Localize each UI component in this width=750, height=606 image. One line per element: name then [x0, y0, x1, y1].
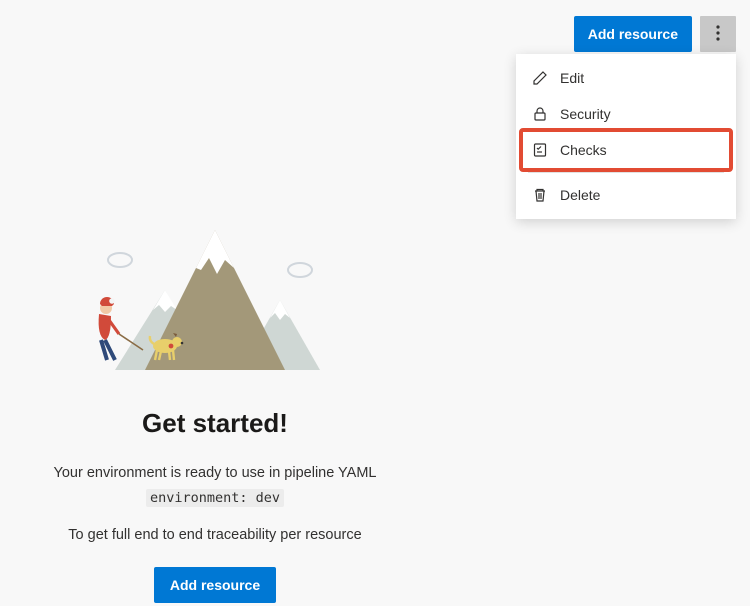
menu-item-edit[interactable]: Edit — [516, 60, 736, 96]
menu-item-label: Checks — [560, 142, 607, 158]
empty-state-code-line: environment: dev — [0, 488, 430, 509]
page-title: Get started! — [0, 408, 430, 439]
menu-item-checks[interactable]: Checks — [516, 132, 736, 168]
more-actions-button[interactable] — [700, 16, 736, 52]
toolbar: Add resource — [574, 16, 736, 52]
yaml-snippet: environment: dev — [146, 489, 284, 507]
pencil-icon — [532, 70, 548, 86]
highlight-annotation — [519, 128, 733, 172]
menu-divider — [528, 172, 724, 173]
empty-state: Get started! Your environment is ready t… — [0, 200, 430, 603]
menu-item-label: Security — [560, 106, 611, 122]
empty-state-line2: To get full end to end traceability per … — [0, 527, 430, 543]
menu-item-security[interactable]: Security — [516, 96, 736, 132]
trash-icon — [532, 187, 548, 203]
empty-state-line1: Your environment is ready to use in pipe… — [0, 463, 430, 484]
menu-item-delete[interactable]: Delete — [516, 177, 736, 213]
get-started-illustration — [85, 200, 345, 380]
add-resource-button[interactable]: Add resource — [574, 16, 692, 52]
checklist-icon — [532, 142, 548, 158]
lock-icon — [532, 106, 548, 122]
more-actions-menu: Edit Security Checks Delete — [516, 54, 736, 219]
add-resource-button-center[interactable]: Add resource — [154, 567, 276, 603]
menu-item-label: Delete — [560, 187, 600, 203]
more-vertical-icon — [716, 25, 720, 44]
menu-item-label: Edit — [560, 70, 584, 86]
